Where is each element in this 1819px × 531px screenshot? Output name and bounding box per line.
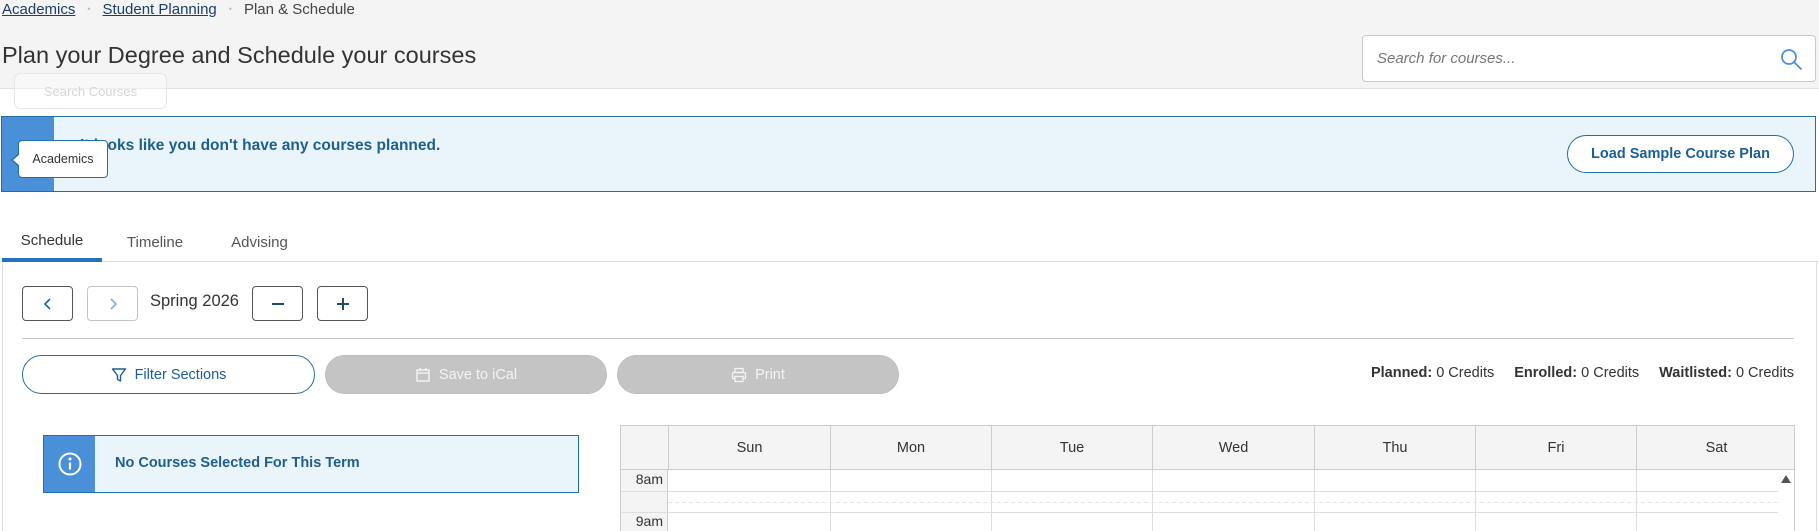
breadcrumb-academics[interactable]: Academics bbox=[2, 1, 75, 18]
grid-line bbox=[621, 512, 1778, 513]
grid-line bbox=[621, 491, 1778, 492]
print-button[interactable]: Print bbox=[617, 355, 899, 394]
divider bbox=[22, 338, 1794, 339]
plus-icon bbox=[336, 297, 349, 310]
breadcrumb-student-planning[interactable]: Student Planning bbox=[103, 1, 217, 18]
chevron-left-icon bbox=[43, 297, 51, 310]
day-wed: Wed bbox=[1152, 426, 1314, 470]
save-to-ical-label: Save to iCal bbox=[438, 366, 518, 383]
breadcrumb-separator: • bbox=[87, 4, 91, 14]
save-to-ical-button[interactable]: Save to iCal bbox=[325, 355, 607, 394]
chevron-right-icon bbox=[109, 297, 117, 310]
info-accent-bar bbox=[44, 436, 95, 492]
search-icon[interactable] bbox=[1779, 47, 1803, 71]
grid-line bbox=[1475, 470, 1476, 531]
add-term-button[interactable] bbox=[317, 286, 368, 321]
tab-bar: Schedule Timeline Advising bbox=[0, 222, 1819, 262]
time-column: 8am 9am bbox=[621, 470, 668, 531]
filter-sections-button[interactable]: Filter Sections bbox=[22, 355, 315, 394]
breadcrumb: Academics • Student Planning • Plan & Sc… bbox=[2, 0, 355, 18]
print-label: Print bbox=[755, 366, 785, 383]
day-tue: Tue bbox=[991, 426, 1152, 470]
course-search[interactable] bbox=[1362, 35, 1816, 82]
grid-line bbox=[1314, 470, 1315, 531]
no-courses-text: No Courses Selected For This Term bbox=[115, 455, 360, 471]
no-courses-notice: It looks like you don't have any courses… bbox=[1, 116, 1816, 192]
no-courses-message: No Courses Selected For This Term bbox=[43, 435, 579, 493]
printer-icon bbox=[731, 367, 747, 382]
load-sample-plan-button[interactable]: Load Sample Course Plan bbox=[1567, 135, 1794, 173]
credits-summary: Planned: 0 Credits Enrolled: 0 Credits W… bbox=[1371, 365, 1794, 381]
next-term-button[interactable] bbox=[87, 286, 138, 321]
info-icon bbox=[58, 452, 81, 476]
term-label: Spring 2026 bbox=[150, 292, 239, 310]
tab-schedule[interactable]: Schedule bbox=[2, 222, 102, 262]
waitlisted-label: Waitlisted: bbox=[1659, 365, 1732, 381]
planned-credits: Planned: 0 Credits bbox=[1371, 365, 1494, 381]
grid-line bbox=[668, 502, 1778, 503]
planned-label: Planned: bbox=[1370, 365, 1433, 381]
enrolled-label: Enrolled: bbox=[1514, 365, 1578, 381]
tooltip: Academics bbox=[11, 140, 108, 178]
calendar-icon bbox=[416, 367, 430, 382]
time-8am: 8am bbox=[635, 471, 663, 487]
weekly-calendar: Sun Mon Tue Wed Thu Fri Sat 8am 9am bbox=[620, 425, 1795, 531]
notice-message: It looks like you don't have any courses… bbox=[80, 137, 441, 154]
waitlisted-credits: Waitlisted: 0 Credits bbox=[1659, 365, 1794, 381]
tab-timeline[interactable]: Timeline bbox=[120, 222, 190, 262]
scroll-up-arrow-icon[interactable] bbox=[1781, 475, 1791, 483]
day-sun: Sun bbox=[668, 426, 830, 470]
breadcrumb-separator: • bbox=[228, 4, 232, 14]
planned-value: 0 Credits bbox=[1436, 365, 1495, 381]
waitlisted-value: 0 Credits bbox=[1735, 365, 1794, 381]
enrolled-credits: Enrolled: 0 Credits bbox=[1514, 365, 1639, 381]
filter-sections-label: Filter Sections bbox=[134, 366, 227, 383]
tab-advising[interactable]: Advising bbox=[222, 222, 297, 262]
day-thu: Thu bbox=[1314, 426, 1475, 470]
remove-term-button[interactable] bbox=[252, 286, 303, 321]
day-sat: Sat bbox=[1636, 426, 1794, 470]
grid-line bbox=[991, 470, 992, 531]
enrolled-value: 0 Credits bbox=[1581, 365, 1640, 381]
grid-line bbox=[1152, 470, 1153, 531]
page-title: Plan your Degree and Schedule your cours… bbox=[2, 42, 477, 68]
time-9am: 9am bbox=[635, 513, 663, 529]
grid-line bbox=[830, 470, 831, 531]
page-header: Academics • Student Planning • Plan & Sc… bbox=[0, 0, 1819, 89]
day-fri: Fri bbox=[1475, 426, 1636, 470]
calendar-header: Sun Mon Tue Wed Thu Fri Sat bbox=[621, 426, 1794, 470]
breadcrumb-current: Plan & Schedule bbox=[243, 0, 355, 18]
previous-term-button[interactable] bbox=[22, 286, 73, 321]
grid-line bbox=[1636, 470, 1637, 531]
minus-icon bbox=[271, 302, 284, 305]
ghost-search-courses-button: Search Courses bbox=[14, 73, 167, 109]
filter-icon bbox=[111, 367, 126, 382]
day-mon: Mon bbox=[830, 426, 991, 470]
search-input[interactable] bbox=[1375, 49, 1779, 68]
